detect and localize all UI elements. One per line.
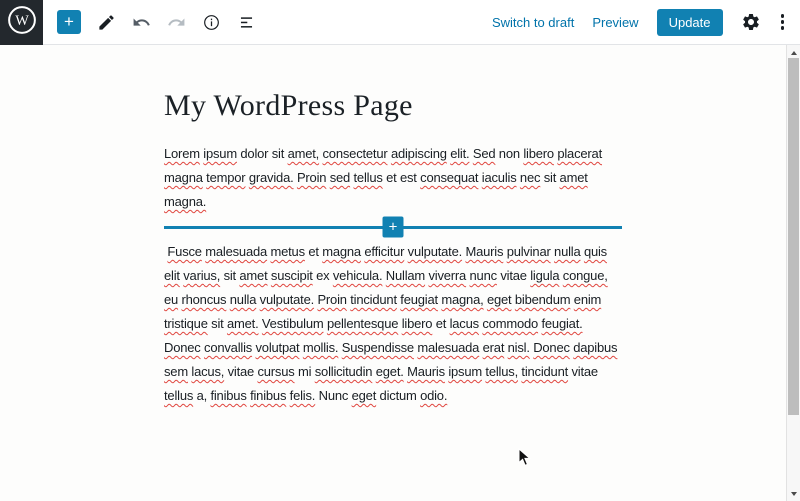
topbar-actions: Switch to draft Preview Update bbox=[492, 9, 800, 36]
edit-pencil-icon[interactable] bbox=[96, 12, 116, 32]
paragraph-block-1[interactable]: Lorem ipsum dolor sit amet, consectetur … bbox=[164, 142, 622, 214]
svg-text:W: W bbox=[15, 13, 29, 29]
vertical-scrollbar[interactable] bbox=[786, 45, 800, 501]
preview-button[interactable]: Preview bbox=[592, 15, 638, 30]
page-title[interactable]: My WordPress Page bbox=[164, 88, 622, 124]
switch-to-draft-button[interactable]: Switch to draft bbox=[492, 15, 574, 30]
content-structure-info-icon[interactable] bbox=[201, 12, 221, 32]
block-inserter-toolbar-button[interactable]: + bbox=[57, 10, 81, 34]
up-triangle-icon bbox=[791, 51, 797, 55]
wordpress-logo-button[interactable]: W bbox=[0, 0, 43, 45]
redo-icon[interactable] bbox=[166, 12, 186, 32]
add-block-button[interactable]: + bbox=[383, 217, 404, 238]
block-navigation-list-icon[interactable] bbox=[236, 12, 256, 32]
toolbar-tools: + bbox=[43, 10, 256, 34]
scrollbar-thumb[interactable] bbox=[788, 58, 799, 415]
content-column: My WordPress Page Lorem ipsum dolor sit … bbox=[164, 88, 622, 408]
editor-canvas: My WordPress Page Lorem ipsum dolor sit … bbox=[0, 46, 786, 501]
down-triangle-icon bbox=[791, 492, 797, 496]
paragraph-block-2[interactable]: Fusce malesuada metus et magna efficitur… bbox=[164, 240, 622, 408]
between-blocks-inserter: + bbox=[164, 214, 622, 240]
update-button[interactable]: Update bbox=[657, 9, 723, 36]
more-options-kebab-icon[interactable] bbox=[779, 12, 787, 32]
wordpress-logo-icon: W bbox=[7, 5, 37, 40]
scrollbar-down-arrow[interactable] bbox=[787, 487, 800, 500]
editor-top-bar: W + bbox=[0, 0, 800, 45]
settings-gear-icon[interactable] bbox=[741, 12, 761, 32]
undo-icon[interactable] bbox=[131, 12, 151, 32]
